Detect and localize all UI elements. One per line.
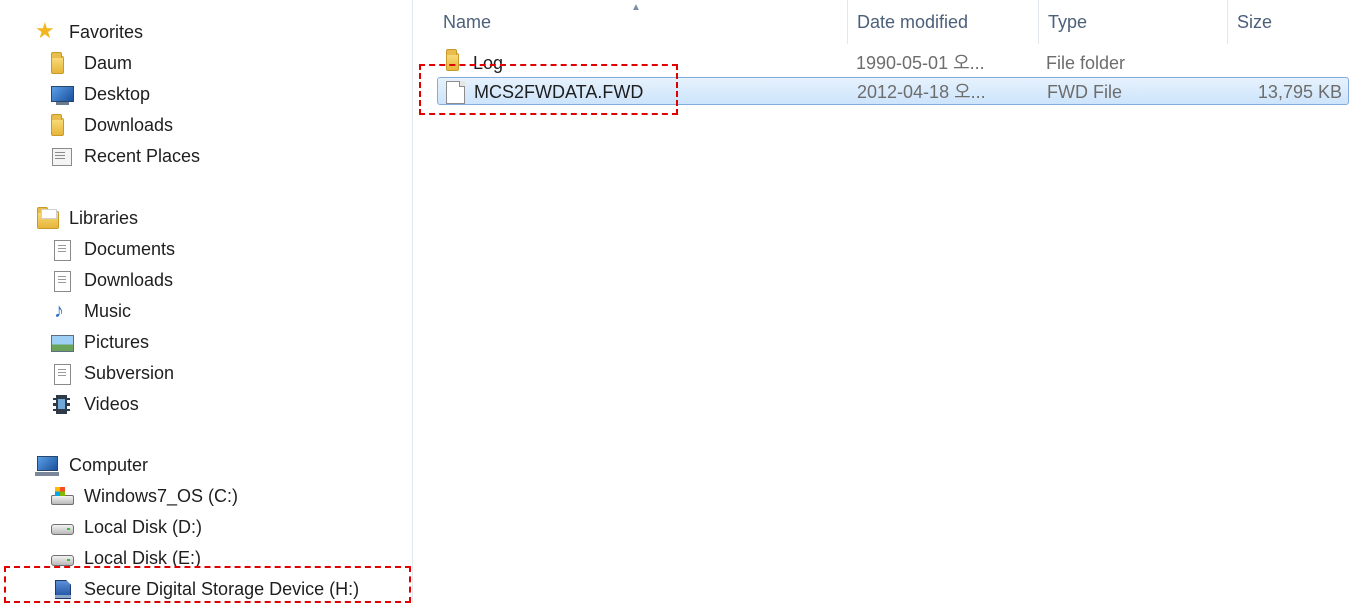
file-date-modified: 2012-04-18 오... — [857, 82, 986, 102]
recent-places-icon — [50, 145, 74, 167]
column-header-type-label: Type — [1048, 11, 1088, 32]
libraries-icon — [35, 207, 59, 229]
nav-item-label: Subversion — [84, 362, 175, 383]
nav-item-daum[interactable]: Daum — [50, 49, 132, 77]
nav-item-label: Documents — [84, 238, 176, 259]
nav-item-label: Desktop — [84, 83, 151, 104]
file-type: FWD File — [1047, 82, 1122, 102]
documents-icon — [50, 238, 74, 261]
sd-card-icon — [50, 578, 74, 600]
star-icon: ★ — [35, 18, 55, 43]
nav-item-music[interactable]: ♪ Music — [50, 297, 131, 325]
hard-drive-icon — [50, 547, 74, 569]
nav-item-recent-places[interactable]: Recent Places — [50, 142, 200, 170]
nav-item-drive-c[interactable]: Windows7_OS (C:) — [50, 482, 238, 510]
nav-item-label: Daum — [84, 52, 133, 73]
nav-item-label: Local Disk (E:) — [84, 547, 202, 568]
music-icon: ♪ — [54, 300, 64, 322]
nav-item-desktop[interactable]: Desktop — [50, 80, 150, 108]
pictures-icon — [50, 331, 74, 353]
nav-item-downloads[interactable]: Downloads — [50, 111, 173, 139]
nav-item-label: Videos — [84, 393, 139, 414]
nav-favorites[interactable]: ★ Favorites — [35, 18, 143, 46]
column-header-type[interactable]: Type — [1039, 0, 1228, 44]
nav-computer[interactable]: Computer — [35, 451, 148, 479]
nav-item-label: Downloads — [84, 269, 174, 290]
folder-icon — [50, 52, 74, 74]
subversion-icon — [50, 362, 74, 385]
nav-item-label: Recent Places — [84, 145, 201, 166]
nav-item-documents[interactable]: Documents — [50, 235, 175, 263]
nav-libraries[interactable]: Libraries — [35, 204, 138, 232]
file-icon — [446, 78, 468, 106]
file-row-mcs2fwdata[interactable]: MCS2FWDATA.FWD 2012-04-18 오... FWD File … — [437, 77, 1349, 105]
navigation-pane: ★ Favorites Daum Desktop Downloads Recen… — [0, 0, 413, 603]
nav-item-drive-d[interactable]: Local Disk (D:) — [50, 513, 202, 541]
column-header-size[interactable]: Size — [1228, 0, 1354, 44]
nav-item-pictures[interactable]: Pictures — [50, 328, 149, 356]
nav-item-drive-h[interactable]: Secure Digital Storage Device (H:) — [50, 575, 359, 603]
nav-item-drive-e[interactable]: Local Disk (E:) — [50, 544, 201, 572]
file-name: Log — [473, 53, 504, 73]
nav-item-label: Secure Digital Storage Device (H:) — [84, 578, 360, 599]
downloads-folder-icon — [50, 114, 74, 136]
hard-drive-icon — [50, 516, 74, 538]
computer-icon — [35, 454, 59, 476]
nav-favorites-label: Favorites — [69, 21, 144, 42]
file-list-pane: ▲ Name Date modified Type Size Log 1990-… — [413, 0, 1354, 603]
column-header-date-label: Date modified — [857, 11, 969, 32]
desktop-icon — [50, 83, 74, 105]
os-drive-icon — [50, 485, 74, 507]
file-name: MCS2FWDATA.FWD — [474, 82, 644, 102]
file-type: File folder — [1046, 53, 1126, 73]
file-row-log[interactable]: Log 1990-05-01 오... File folder — [437, 49, 1349, 77]
nav-computer-label: Computer — [69, 454, 149, 475]
videos-icon — [50, 393, 74, 415]
column-header-size-label: Size — [1237, 11, 1273, 32]
file-size: 13,795 KB — [1257, 82, 1342, 102]
file-date-modified: 1990-05-01 오... — [856, 53, 985, 73]
column-header-name-label: Name — [443, 11, 492, 32]
downloads-library-icon — [50, 269, 74, 292]
nav-item-label: Local Disk (D:) — [84, 516, 203, 537]
folder-icon — [445, 49, 467, 77]
nav-libraries-label: Libraries — [69, 207, 139, 228]
column-header-name[interactable]: Name — [434, 0, 848, 44]
nav-item-label: Windows7_OS (C:) — [84, 485, 239, 506]
nav-item-subversion[interactable]: Subversion — [50, 359, 174, 387]
nav-item-label: Downloads — [84, 114, 174, 135]
column-header-date-modified[interactable]: Date modified — [848, 0, 1039, 44]
nav-item-downloads-library[interactable]: Downloads — [50, 266, 173, 294]
nav-item-label: Music — [84, 300, 132, 321]
nav-item-label: Pictures — [84, 331, 150, 352]
nav-item-videos[interactable]: Videos — [50, 390, 139, 418]
